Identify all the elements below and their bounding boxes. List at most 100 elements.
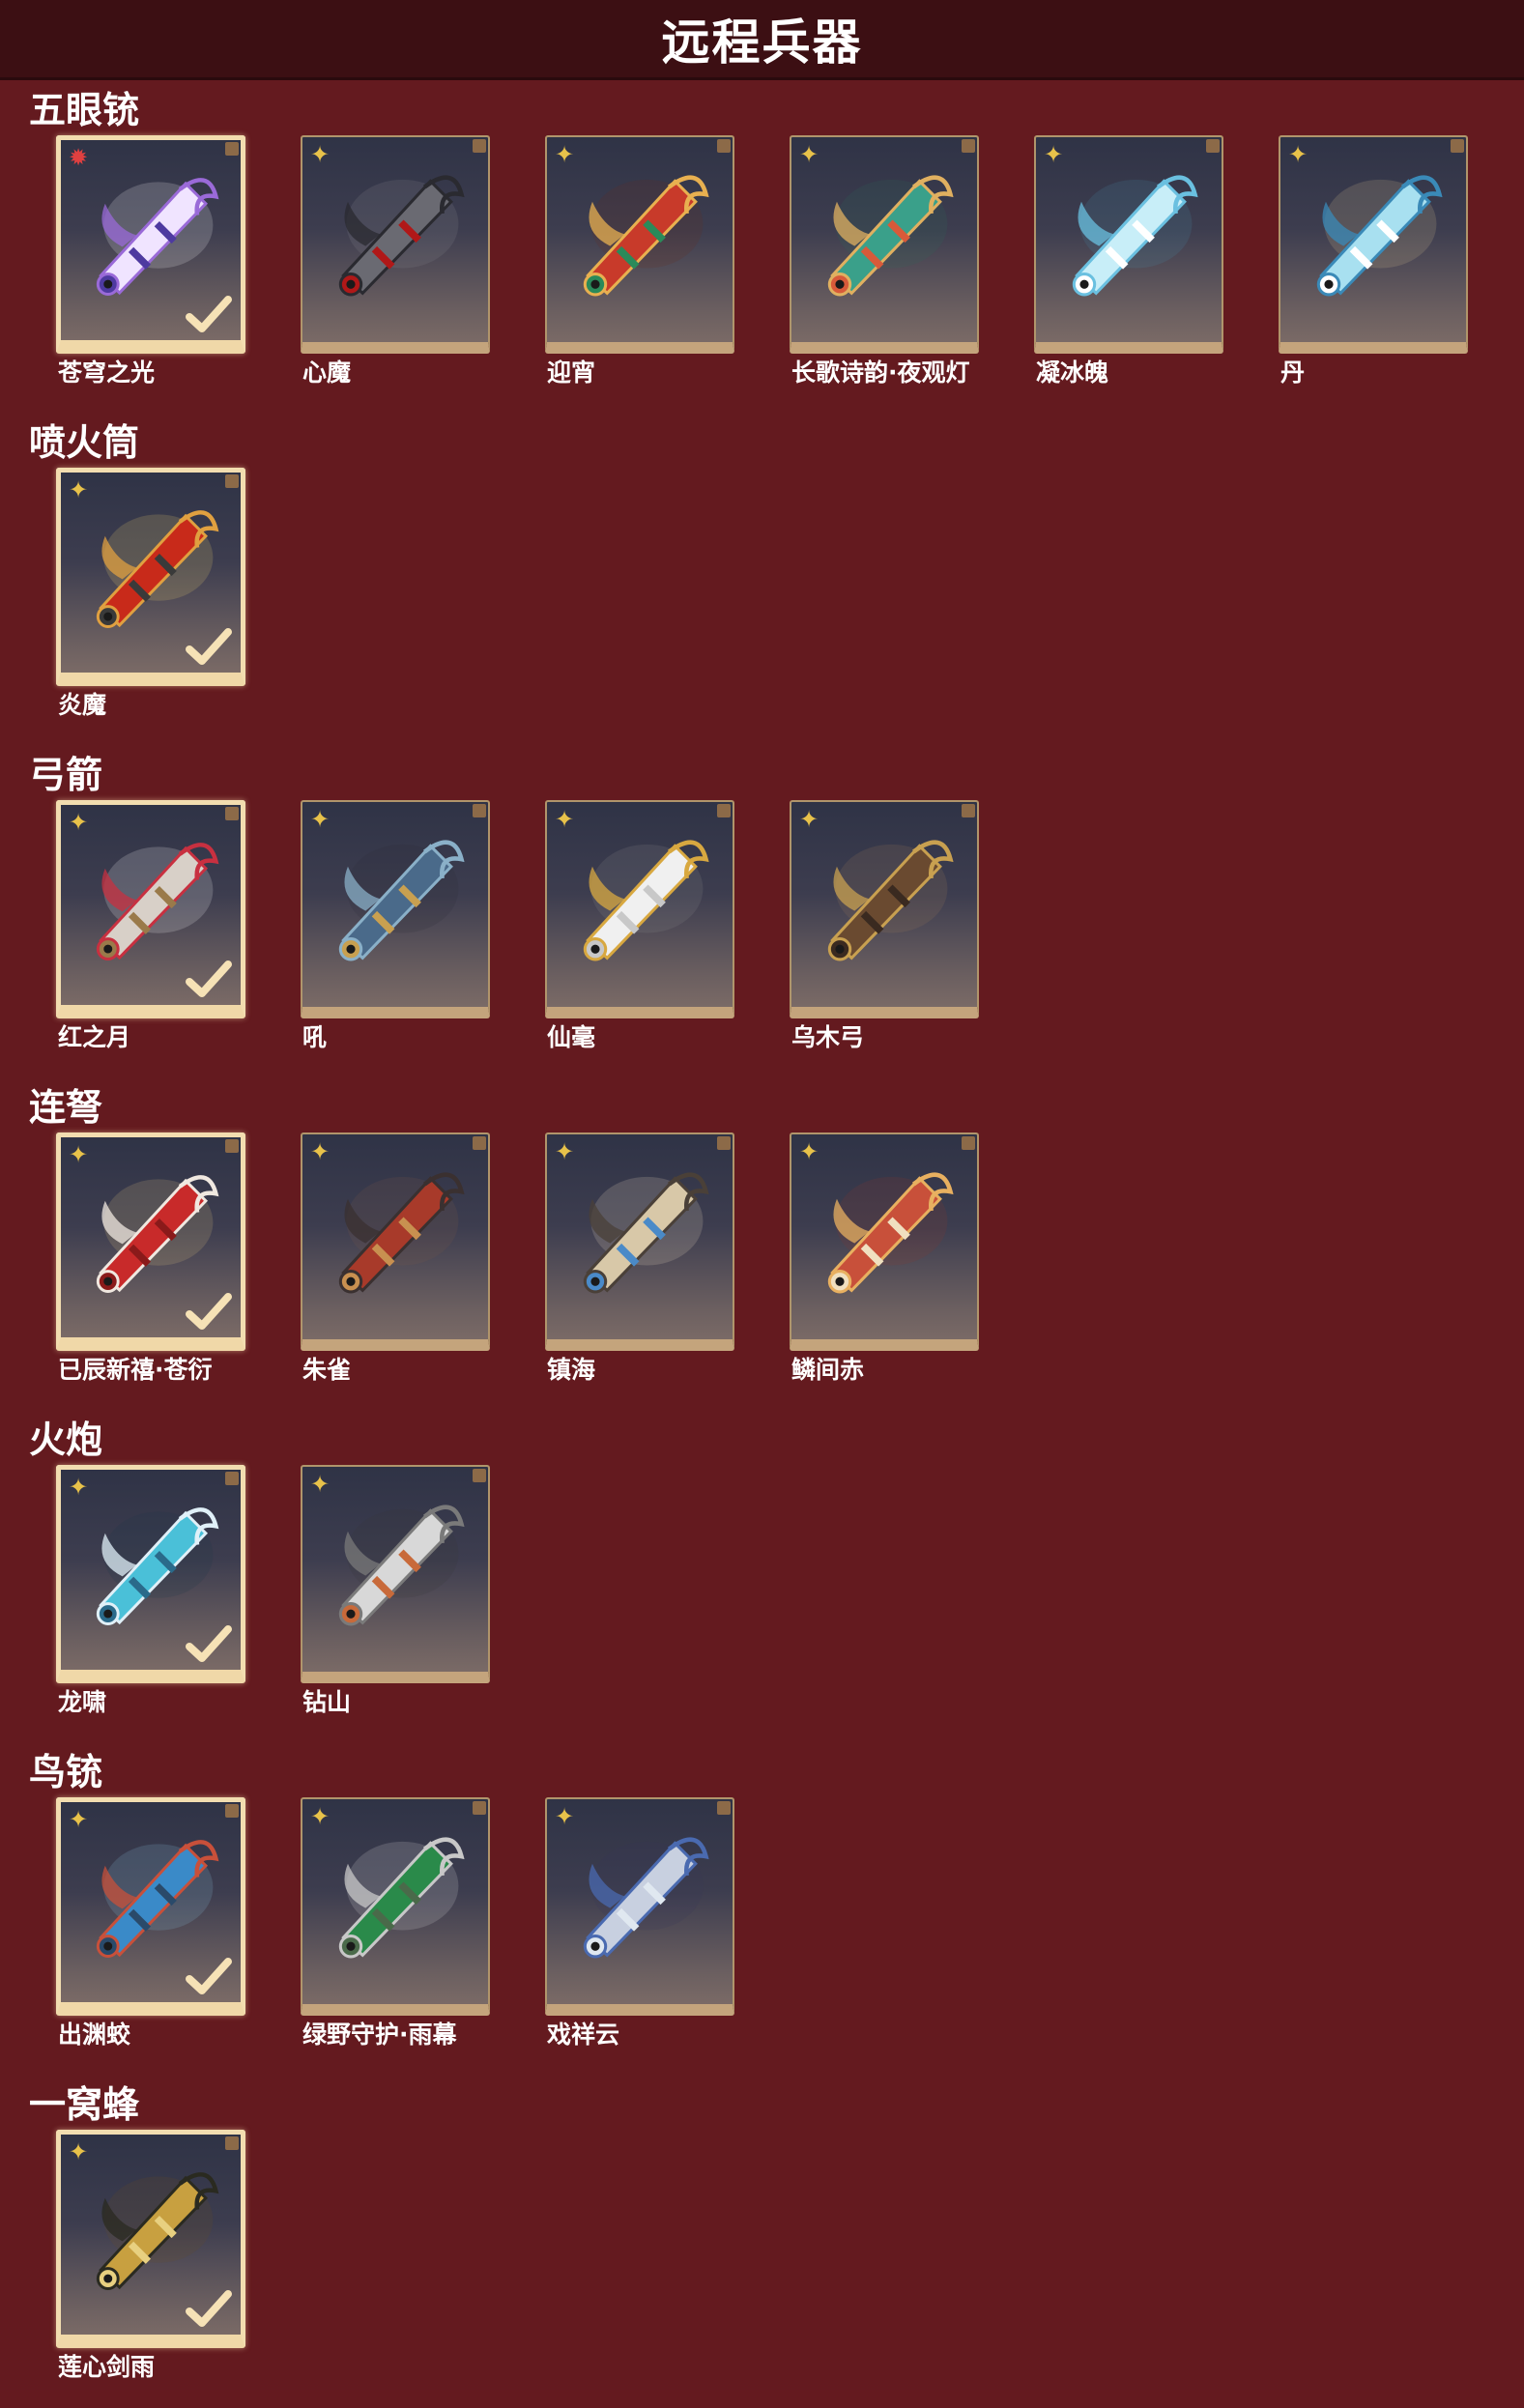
weapon-item[interactable]: ✦ 炎魔	[56, 468, 247, 743]
category-title: 火炮	[29, 1419, 103, 1461]
category-title: 一窝蜂	[29, 2083, 140, 2126]
corner-tab-icon	[962, 1136, 975, 1150]
weapon-card[interactable]: ✦	[301, 1132, 490, 1351]
weapon-name: 莲心剑雨	[58, 2353, 156, 2381]
weapon-name: 镇海	[547, 1356, 596, 1384]
weapon-item[interactable]: ✦ 心魔	[301, 135, 492, 411]
weapon-card[interactable]: ✦	[545, 800, 734, 1018]
weapon-card[interactable]: ✦	[301, 1797, 490, 2016]
green-tassel-musket-art	[338, 1837, 465, 1959]
silver-cloud-musket-art	[583, 1837, 709, 1959]
corner-tab-icon	[717, 1801, 731, 1815]
category-section: 一窝蜂 ✦ 莲心剑雨	[0, 2076, 1524, 2408]
weapon-card[interactable]: ✦	[545, 135, 734, 354]
weapon-item[interactable]: ✹ 苍穹之光	[56, 135, 247, 411]
gold-lotus-launcher-art	[96, 2171, 218, 2290]
weapon-item[interactable]: ✦ 丹	[1279, 135, 1470, 411]
corner-tab-icon	[473, 804, 486, 817]
weapon-item[interactable]: ✦ 钻山	[301, 1465, 492, 1740]
weapon-card[interactable]: ✦	[1034, 135, 1223, 354]
weapon-item[interactable]: ✦ 仙毫	[545, 800, 736, 1075]
weapon-item[interactable]: ✦ 镇海	[545, 1132, 736, 1408]
weapon-card[interactable]: ✦	[56, 1132, 245, 1351]
weapon-card[interactable]: ✦	[56, 1465, 245, 1683]
corner-tab-icon	[473, 139, 486, 153]
weapon-card[interactable]: ✦	[545, 1132, 734, 1351]
weapon-name: 出渊蛟	[58, 2021, 131, 2049]
category-section: 五眼铳 ✹ 苍穹之光 ✦ 心魔 ✦ 迎宵 ✦ 长歌诗韵·夜观灯 ✦ 凝冰魄 ✦ 丹	[0, 81, 1524, 414]
owned-check-icon	[186, 960, 232, 997]
corner-tab-icon	[225, 1804, 239, 1818]
weapon-name: 绿野守护·雨幕	[302, 2021, 457, 2049]
weapon-name: 苍穹之光	[58, 358, 156, 387]
category-section: 鸟铳 ✦ 出渊蛟 ✦ 绿野守护·雨幕 ✦ 戏祥云	[0, 1743, 1524, 2076]
weapon-card[interactable]: ✦	[301, 135, 490, 354]
dark-demon-gun-art	[338, 175, 465, 297]
corner-tab-icon	[225, 474, 239, 488]
weapon-name: 心魔	[302, 358, 352, 387]
weapon-item[interactable]: ✦ 龙啸	[56, 1465, 247, 1740]
corner-tab-icon	[473, 1801, 486, 1815]
red-lion-gun-art	[583, 175, 709, 297]
category-section: 喷火筒 ✦ 炎魔	[0, 414, 1524, 746]
white-brush-bow-art	[583, 840, 709, 961]
weapon-item[interactable]: ✦ 乌木弓	[790, 800, 981, 1075]
weapon-item[interactable]: ✦ 吼	[301, 800, 492, 1075]
owned-check-icon	[186, 1625, 232, 1662]
vermilion-bird-crossbow-art	[338, 1172, 465, 1294]
weapon-item[interactable]: ✦ 长歌诗韵·夜观灯	[790, 135, 981, 411]
weapon-name: 龙啸	[58, 1688, 107, 1716]
weapon-item[interactable]: ✦ 红之月	[56, 800, 247, 1075]
weapon-card[interactable]: ✦	[790, 800, 979, 1018]
corner-tab-icon	[717, 1136, 731, 1150]
weapon-item[interactable]: ✦ 朱雀	[301, 1132, 492, 1408]
corner-tab-icon	[717, 804, 731, 817]
weapon-card[interactable]: ✦	[545, 1797, 734, 2016]
blue-porcelain-gun-art	[1316, 175, 1443, 297]
weapon-item[interactable]: ✦ 鳞间赤	[790, 1132, 981, 1408]
corner-tab-icon	[225, 1139, 239, 1153]
page-header: 远程兵器	[0, 0, 1524, 80]
category-title: 鸟铳	[29, 1751, 103, 1793]
weapon-name: 乌木弓	[791, 1023, 865, 1051]
weapon-card[interactable]: ✦	[56, 468, 245, 686]
owned-check-icon	[186, 1293, 232, 1330]
teal-fish-gun-art	[827, 175, 954, 297]
weapon-name: 朱雀	[302, 1356, 352, 1384]
corner-tab-icon	[225, 142, 239, 156]
weapon-card[interactable]: ✦	[56, 800, 245, 1018]
weapon-card[interactable]: ✦	[790, 135, 979, 354]
corner-tab-icon	[225, 1472, 239, 1485]
weapon-card[interactable]: ✦	[1279, 135, 1468, 354]
corner-tab-icon	[473, 1469, 486, 1482]
category-section: 连弩 ✦ 已辰新禧·苍衍 ✦ 朱雀 ✦ 镇海 ✦ 鳞间赤	[0, 1078, 1524, 1411]
weapon-item[interactable]: ✦ 已辰新禧·苍衍	[56, 1132, 247, 1408]
corner-tab-icon	[225, 2136, 239, 2150]
weapon-card[interactable]: ✹	[56, 135, 245, 354]
weapon-name: 鳞间赤	[791, 1356, 865, 1384]
blue-serpent-musket-art	[96, 1839, 218, 1958]
owned-check-icon	[186, 1958, 232, 1994]
weapon-card[interactable]: ✦	[790, 1132, 979, 1351]
weapon-card[interactable]: ✦	[301, 1465, 490, 1683]
weapon-name: 长歌诗韵·夜观灯	[791, 358, 970, 387]
weapon-item[interactable]: ✦ 绿野守护·雨幕	[301, 1797, 492, 2073]
violet-ghost-gun-art	[96, 177, 218, 296]
category-section: 火炮 ✦ 龙啸 ✦ 钻山	[0, 1411, 1524, 1743]
page-title: 远程兵器	[661, 14, 863, 71]
category-title: 喷火筒	[29, 421, 140, 464]
weapon-card[interactable]: ✦	[56, 1797, 245, 2016]
weapon-name: 钻山	[302, 1688, 352, 1716]
weapon-item[interactable]: ✦ 迎宵	[545, 135, 736, 411]
weapon-card[interactable]: ✦	[301, 800, 490, 1018]
ebony-wood-bow-art	[827, 840, 954, 961]
category-title: 连弩	[29, 1086, 103, 1129]
red-moon-bow-art	[96, 842, 218, 960]
weapon-item[interactable]: ✦ 出渊蛟	[56, 1797, 247, 2073]
weapon-card[interactable]: ✦	[56, 2130, 245, 2348]
weapon-item[interactable]: ✦ 戏祥云	[545, 1797, 736, 2073]
weapon-item[interactable]: ✦ 莲心剑雨	[56, 2130, 247, 2405]
weapon-item[interactable]: ✦ 凝冰魄	[1034, 135, 1225, 411]
category-title: 五眼铳	[29, 89, 140, 131]
red-flame-cannon-art	[96, 509, 218, 628]
